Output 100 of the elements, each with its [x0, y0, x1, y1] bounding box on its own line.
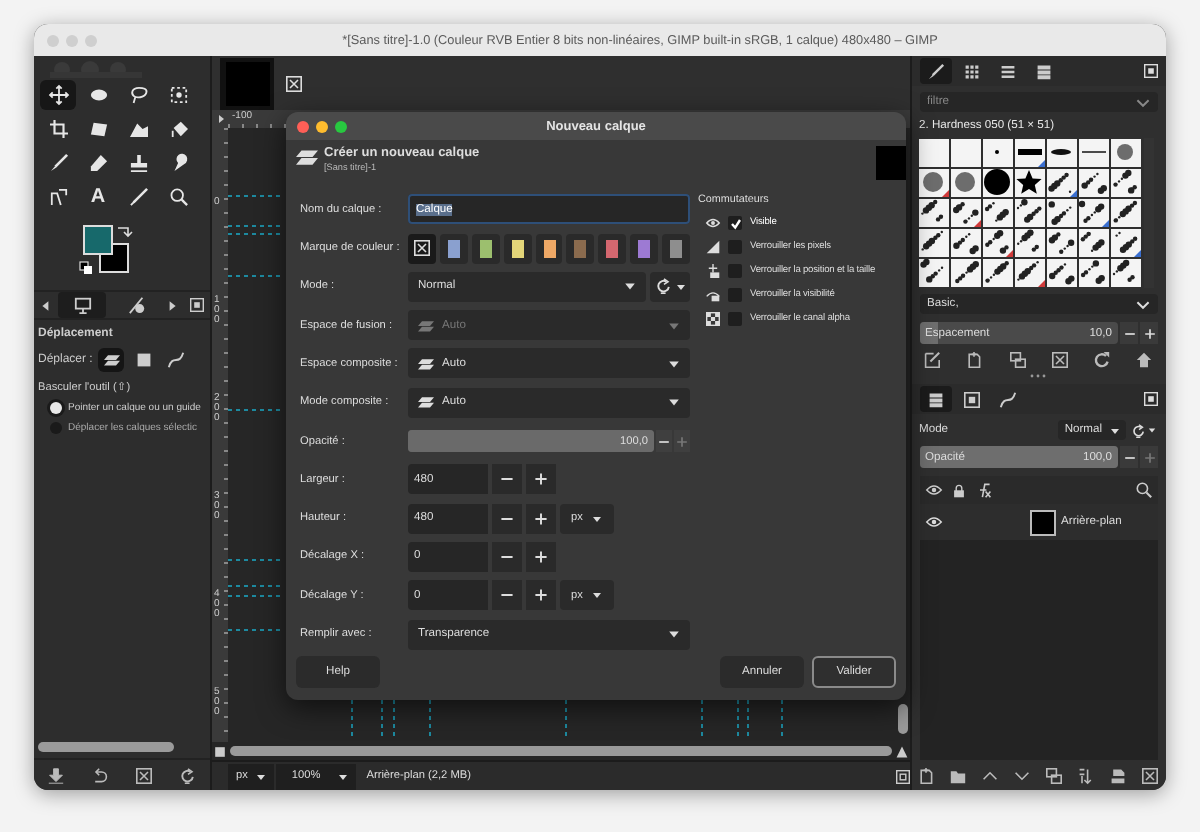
caret-icon [675, 281, 686, 292]
increment-button[interactable] [526, 503, 556, 534]
lasso-icon [129, 86, 147, 104]
scrollbar[interactable] [897, 704, 908, 734]
folder-icon[interactable] [950, 767, 967, 783]
reset-mode-button[interactable] [1130, 420, 1158, 440]
stripes-icon [999, 63, 1016, 79]
color-tag[interactable] [503, 233, 532, 264]
increment-button[interactable] [526, 464, 556, 495]
stack-icon [1035, 63, 1052, 79]
plus-icon [534, 549, 548, 564]
window-controls-icon [296, 119, 348, 133]
duplicate-icon[interactable] [1046, 767, 1063, 783]
caret-icon [668, 628, 680, 641]
color-tag[interactable] [598, 233, 627, 264]
crop-icon [49, 120, 67, 138]
caret-icon [668, 396, 680, 409]
caret-icon [624, 280, 637, 293]
new-layer-icon[interactable] [918, 767, 935, 783]
checkbox[interactable] [728, 312, 742, 327]
close-icon[interactable] [286, 76, 302, 92]
move-mode-button[interactable] [162, 348, 189, 372]
path-icon [49, 188, 67, 206]
panel-menu-icon[interactable] [190, 298, 204, 312]
stamp-icon [129, 154, 147, 172]
undo-icon[interactable] [92, 767, 108, 783]
reset-icon[interactable] [180, 767, 196, 783]
left-triangle-icon[interactable] [40, 299, 52, 311]
minus-icon [1123, 451, 1135, 463]
minus-icon [1123, 327, 1135, 339]
increment-button[interactable] [1140, 322, 1158, 344]
decrement-button[interactable] [1120, 322, 1138, 344]
plus-icon [676, 435, 688, 448]
move-mode-button[interactable] [98, 348, 125, 372]
navigate-icon[interactable] [214, 745, 226, 757]
brush-icon [927, 63, 944, 79]
delete-icon[interactable] [136, 767, 152, 783]
dock-tab[interactable] [58, 292, 106, 318]
eye-icon [706, 216, 720, 231]
merge-icon[interactable] [1078, 767, 1095, 783]
duplicate-icon[interactable] [1009, 352, 1026, 368]
layer-icon [418, 394, 434, 411]
checkbox[interactable] [728, 288, 742, 303]
search-icon[interactable] [1136, 482, 1152, 498]
crossed-box-icon [413, 240, 430, 257]
color-tag[interactable] [630, 233, 659, 264]
square-icon [963, 391, 980, 407]
minus-icon [658, 435, 670, 448]
color-tag[interactable] [535, 233, 563, 264]
dotted-grid-icon [963, 63, 980, 79]
decrement-button[interactable] [492, 464, 522, 495]
delete-icon[interactable] [1141, 767, 1158, 783]
color-tag[interactable] [439, 233, 468, 264]
increment-button[interactable] [526, 541, 556, 572]
layer-icon [418, 355, 434, 372]
caret-icon [1148, 426, 1156, 434]
reset-mode-button[interactable] [650, 271, 690, 302]
checkbox[interactable] [728, 216, 742, 231]
plus-icon [1143, 327, 1155, 339]
save-icon[interactable] [48, 767, 64, 783]
chevron-icon [1136, 297, 1150, 311]
decrement-button[interactable] [492, 503, 522, 534]
panel-menu-icon[interactable] [1144, 64, 1158, 78]
plus-icon [534, 588, 548, 603]
navigate-icon[interactable] [895, 769, 910, 783]
color-tag[interactable] [662, 233, 691, 264]
checkbox[interactable] [728, 264, 742, 279]
decrement-button[interactable] [656, 430, 672, 453]
plus-icon [534, 472, 548, 487]
edit-icon[interactable] [924, 352, 941, 368]
move-icon [49, 86, 67, 104]
window-controls-icon [46, 33, 98, 47]
scrollbar[interactable] [230, 746, 892, 756]
dock-tab[interactable] [919, 386, 952, 412]
scrollbar[interactable] [38, 742, 174, 752]
eye-icon[interactable] [925, 514, 942, 530]
square-icon [135, 352, 152, 368]
checkbox[interactable] [728, 240, 742, 255]
color-tag[interactable] [408, 233, 436, 264]
tool-button[interactable]: A [80, 182, 116, 212]
decrement-button[interactable] [492, 541, 522, 572]
increment-button[interactable] [526, 580, 556, 611]
panel-menu-icon[interactable] [1144, 392, 1158, 406]
tool-button[interactable] [40, 80, 76, 110]
arc-lock-icon [706, 288, 720, 303]
color-tag[interactable] [566, 233, 595, 264]
pen-circle-icon [127, 296, 145, 314]
export-icon[interactable] [1136, 352, 1153, 368]
radio-button[interactable] [50, 402, 62, 414]
paintbrush-icon [49, 154, 67, 172]
color-tag[interactable] [471, 233, 500, 264]
refresh-icon[interactable] [1094, 352, 1111, 368]
dock-tab[interactable] [919, 58, 952, 84]
decrement-button[interactable] [492, 580, 522, 611]
right-triangle-icon[interactable] [166, 299, 178, 311]
decrement-button[interactable] [1120, 446, 1138, 468]
delete-icon[interactable] [1051, 352, 1068, 368]
new-document-icon[interactable] [966, 352, 983, 368]
caret-icon [592, 513, 603, 524]
layer-icon [418, 317, 434, 334]
